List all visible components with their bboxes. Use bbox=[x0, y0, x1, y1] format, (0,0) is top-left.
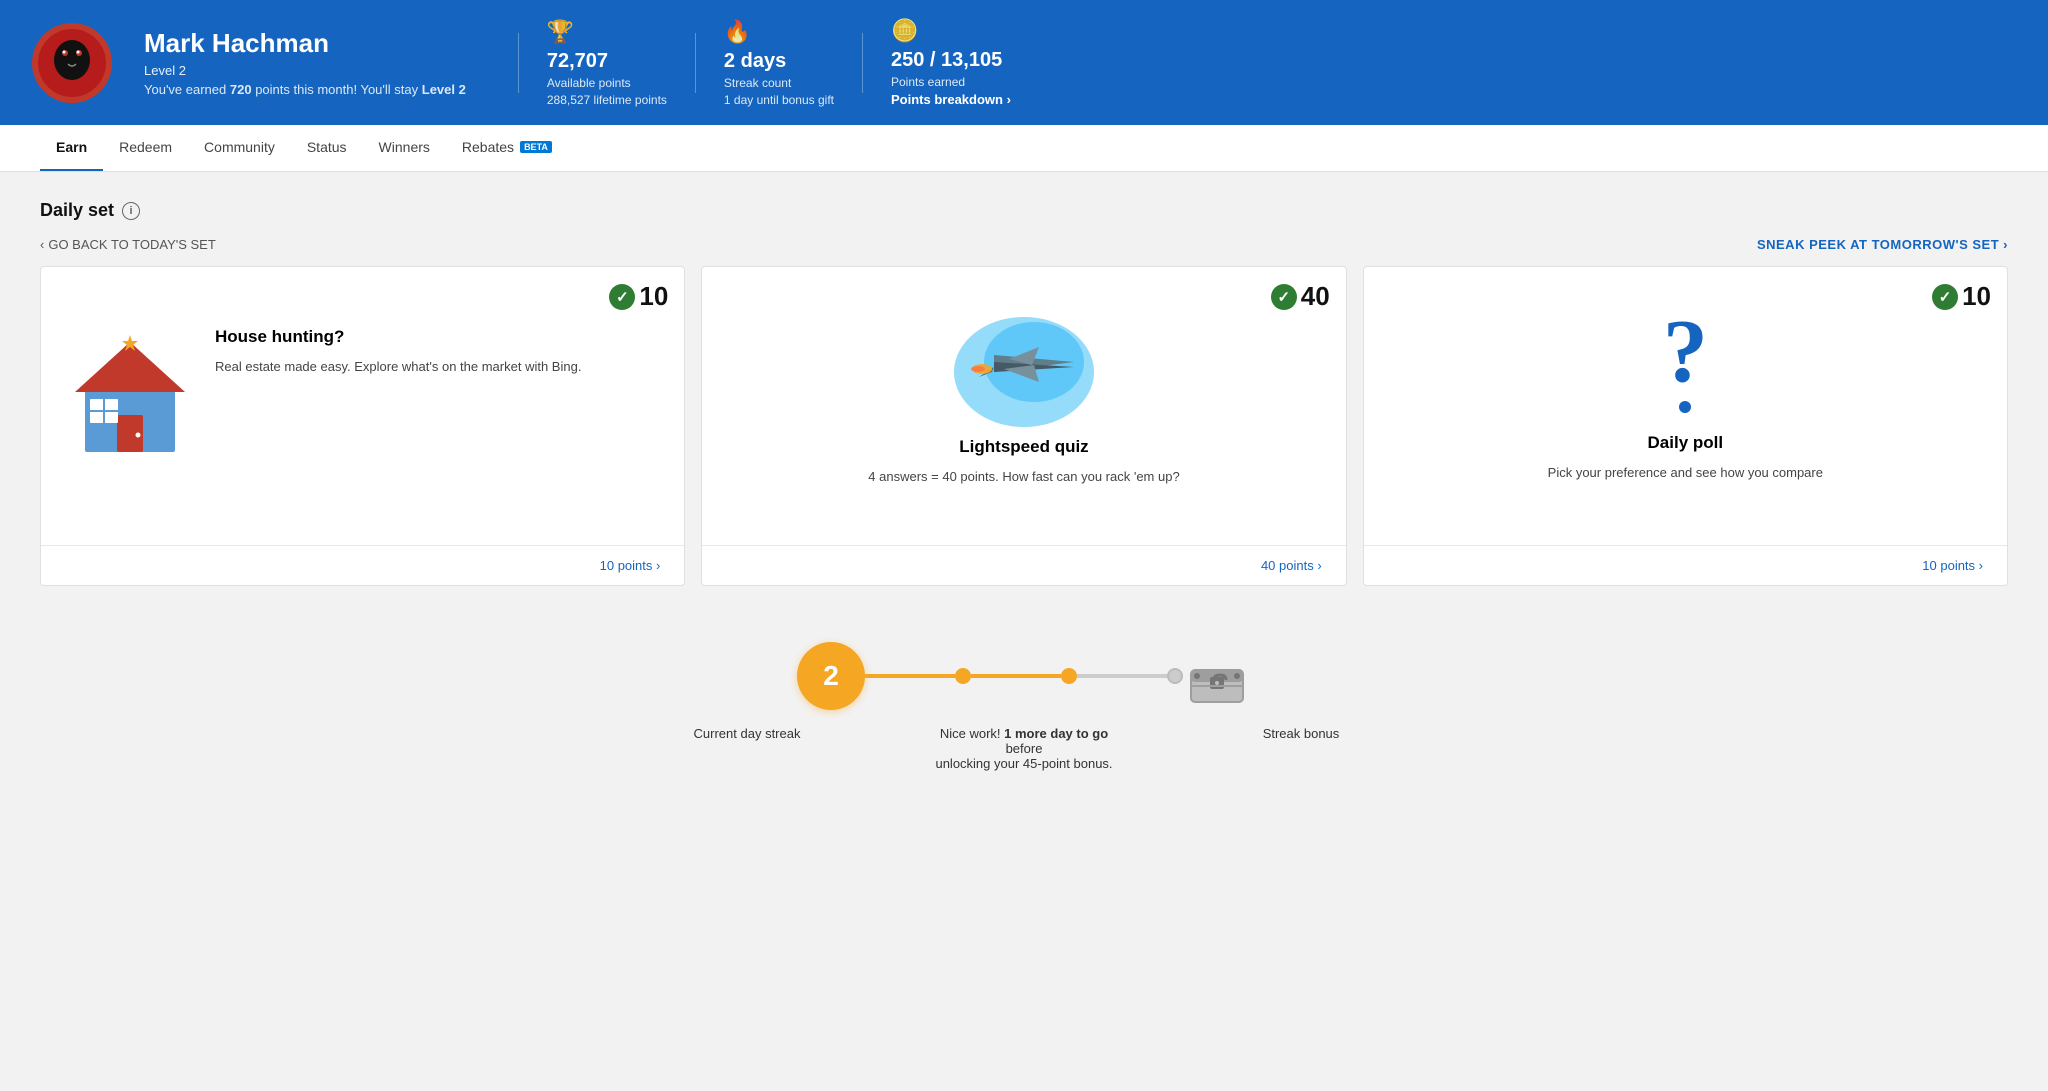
card-1-title: House hunting? bbox=[215, 327, 660, 347]
card-lightspeed-quiz[interactable]: ✓ 40 bbox=[701, 266, 1346, 586]
streak-track: 2 bbox=[797, 642, 1251, 710]
header: Mark Hachman Level 2 You've earned 720 p… bbox=[0, 0, 2048, 125]
stat-points-earned: 🪙 250 / 13,105 Points earned Points brea… bbox=[863, 18, 1039, 107]
main-content: Daily set i ‹ GO BACK TO TODAY'S SET SNE… bbox=[0, 172, 2048, 829]
go-back-button[interactable]: ‹ GO BACK TO TODAY'S SET bbox=[40, 237, 216, 252]
card-1-footer: 10 points › bbox=[41, 545, 684, 585]
streak-label: Streak count bbox=[724, 76, 834, 90]
streak-bonus-label: Streak bonus bbox=[1236, 726, 1366, 741]
user-name: Mark Hachman bbox=[144, 28, 466, 59]
streak-dot-2 bbox=[1061, 668, 1077, 684]
streak-dot-1 bbox=[955, 668, 971, 684]
check-icon-2: ✓ bbox=[1271, 284, 1297, 310]
check-icon-3: ✓ bbox=[1932, 284, 1958, 310]
streak-labels: Current day streak Nice work! 1 more day… bbox=[674, 726, 1374, 771]
cards-row: ✓ 10 bbox=[40, 266, 2008, 586]
streak-line-2 bbox=[971, 674, 1061, 678]
info-icon[interactable]: i bbox=[122, 202, 140, 220]
daily-set-title: Daily set i bbox=[40, 200, 140, 221]
streak-sub: 1 day until bonus gift bbox=[724, 93, 834, 107]
stat-available-points: 🏆 72,707 Available points 288,527 lifeti… bbox=[519, 19, 695, 107]
beta-badge: BETA bbox=[520, 141, 552, 153]
sneak-peek-button[interactable]: SNEAK PEEK AT TOMORROW'S SET › bbox=[1757, 237, 2008, 252]
jet-illustration bbox=[944, 307, 1104, 437]
streak-chest-icon bbox=[1183, 642, 1251, 710]
points-earned-value: 250 / 13,105 bbox=[891, 49, 1011, 72]
streak-dot-3 bbox=[1167, 668, 1183, 684]
nav-rebates[interactable]: RebatesBETA bbox=[446, 125, 568, 171]
card-3-score: ✓ 10 bbox=[1932, 281, 1991, 312]
earned-message: You've earned 720 points this month! You… bbox=[144, 82, 466, 97]
card-1-score: ✓ 10 bbox=[609, 281, 668, 312]
coins-icon: 🪙 bbox=[891, 18, 1011, 44]
streak-current-label: Current day streak bbox=[682, 726, 812, 741]
nav-winners[interactable]: Winners bbox=[363, 125, 446, 171]
streak-line-3 bbox=[1077, 674, 1167, 678]
points-earned-label: Points earned bbox=[891, 75, 1011, 89]
card-3-footer: 10 points › bbox=[1364, 545, 2007, 585]
available-points-value: 72,707 bbox=[547, 50, 667, 73]
streak-middle-label: Nice work! 1 more day to go beforeunlock… bbox=[924, 726, 1124, 771]
card-2-body: Lightspeed quiz 4 answers = 40 points. H… bbox=[702, 267, 1345, 545]
card-3-title: Daily poll bbox=[1648, 433, 1724, 453]
streak-value: 2 days bbox=[724, 50, 834, 73]
avatar bbox=[32, 23, 112, 103]
nav-status[interactable]: Status bbox=[291, 125, 363, 171]
back-chevron-icon: ‹ bbox=[40, 237, 44, 252]
question-dot bbox=[1679, 401, 1691, 413]
question-mark-icon: ? bbox=[1663, 307, 1708, 397]
card-1-body: House hunting? Real estate made easy. Ex… bbox=[41, 267, 684, 545]
available-points-label: Available points bbox=[547, 76, 667, 90]
flame-icon: 🔥 bbox=[724, 19, 834, 45]
nav-earn[interactable]: Earn bbox=[40, 125, 103, 171]
nav-community[interactable]: Community bbox=[188, 125, 291, 171]
house-illustration bbox=[65, 327, 195, 457]
streak-line-1 bbox=[865, 674, 955, 678]
card-2-title: Lightspeed quiz bbox=[959, 437, 1088, 457]
streak-count-circle: 2 bbox=[797, 642, 865, 710]
card-2-score: ✓ 40 bbox=[1271, 281, 1330, 312]
nav-redeem[interactable]: Redeem bbox=[103, 125, 188, 171]
main-nav: Earn Redeem Community Status Winners Reb… bbox=[0, 125, 2048, 172]
card-3-link[interactable]: 10 points › bbox=[1388, 558, 1983, 573]
card-2-footer: 40 points › bbox=[702, 545, 1345, 585]
card-3-desc: Pick your preference and see how you com… bbox=[1548, 463, 1823, 483]
streak-section: 2 bbox=[40, 622, 2008, 801]
header-stats: 🏆 72,707 Available points 288,527 lifeti… bbox=[518, 18, 2016, 107]
card-2-link[interactable]: 40 points › bbox=[726, 558, 1321, 573]
lifetime-points: 288,527 lifetime points bbox=[547, 93, 667, 107]
card-1-text: House hunting? Real estate made easy. Ex… bbox=[215, 307, 660, 377]
daily-set-header: Daily set i bbox=[40, 200, 2008, 221]
card-3-body: ? Daily poll Pick your preference and se… bbox=[1364, 267, 2007, 545]
points-breakdown-link[interactable]: Points breakdown › bbox=[891, 92, 1011, 107]
card-2-desc: 4 answers = 40 points. How fast can you … bbox=[868, 467, 1179, 487]
set-navigation: ‹ GO BACK TO TODAY'S SET SNEAK PEEK AT T… bbox=[40, 237, 2008, 252]
card-1-link[interactable]: 10 points › bbox=[65, 558, 660, 573]
forward-chevron-icon: › bbox=[2003, 237, 2008, 252]
user-level: Level 2 bbox=[144, 63, 466, 78]
check-icon-1: ✓ bbox=[609, 284, 635, 310]
trophy-icon: 🏆 bbox=[547, 19, 667, 45]
card-1-desc: Real estate made easy. Explore what's on… bbox=[215, 357, 660, 377]
stat-streak: 🔥 2 days Streak count 1 day until bonus … bbox=[696, 19, 862, 107]
card-daily-poll[interactable]: ✓ 10 ? Daily poll Pick your preference a… bbox=[1363, 266, 2008, 586]
header-user-info: Mark Hachman Level 2 You've earned 720 p… bbox=[144, 28, 466, 97]
card-house-hunting[interactable]: ✓ 10 bbox=[40, 266, 685, 586]
